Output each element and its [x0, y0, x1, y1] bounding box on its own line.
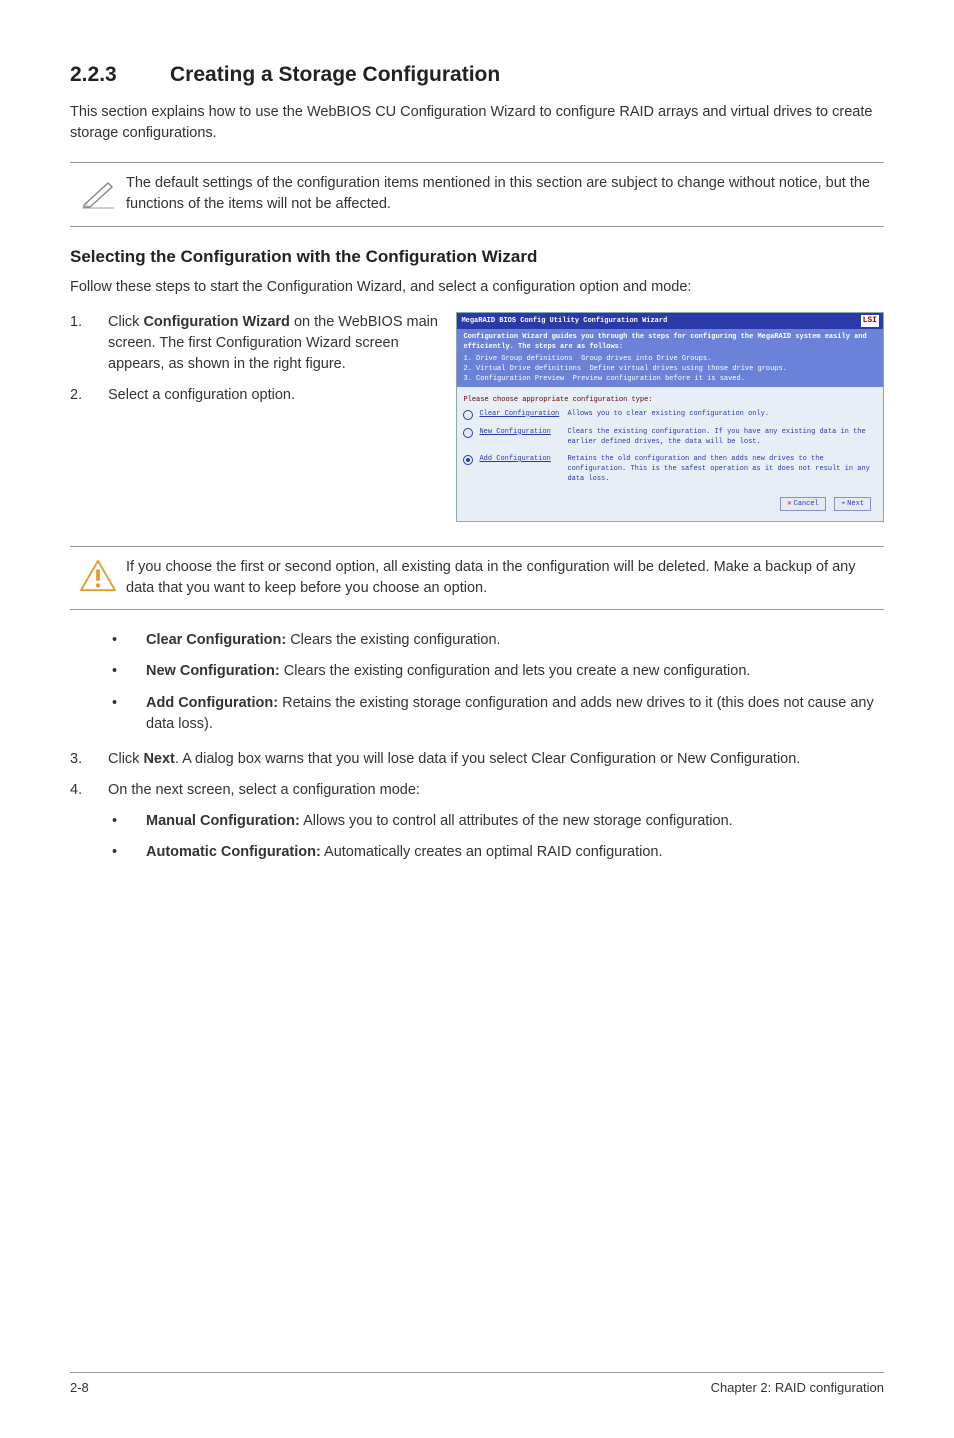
pencil-note-icon — [70, 173, 126, 209]
list-item: • Manual Configuration: Allows you to co… — [70, 811, 884, 832]
note-text: The default settings of the configuratio… — [126, 173, 884, 215]
note-block: The default settings of the configuratio… — [70, 162, 884, 226]
wizard-titlebar: MegaRAID BIOS Config Utility Configurati… — [457, 313, 883, 329]
wizard-intro-band: Configuration Wizard guides you through … — [457, 329, 883, 388]
option-clear-configuration[interactable]: Clear Configuration Allows you to clear … — [463, 409, 877, 420]
intro-paragraph: This section explains how to use the Web… — [70, 102, 884, 144]
section-number: 2.2.3 — [70, 60, 170, 90]
radio-icon[interactable] — [463, 428, 473, 438]
option-new-configuration[interactable]: New Configuration Clears the existing co… — [463, 427, 877, 447]
step-2: 2. Select a configuration option. — [70, 385, 444, 406]
chapter-label: Chapter 2: RAID configuration — [711, 1379, 884, 1398]
list-item: • Automatic Configuration: Automatically… — [70, 842, 884, 863]
wizard-hint: Please choose appropriate configuration … — [463, 395, 877, 405]
page-number: 2-8 — [70, 1379, 89, 1398]
option-add-configuration[interactable]: Add Configuration Retains the old config… — [463, 454, 877, 484]
subintro: Follow these steps to start the Configur… — [70, 277, 884, 298]
warning-text: If you choose the first or second option… — [126, 557, 884, 599]
radio-icon[interactable] — [463, 410, 473, 420]
subheading: Selecting the Configuration with the Con… — [70, 245, 884, 270]
lsi-logo: LSI — [861, 315, 879, 327]
cancel-button[interactable]: ✕Cancel — [780, 497, 825, 511]
section-heading: 2.2.3 Creating a Storage Configuration — [70, 60, 884, 90]
step-4: 4. On the next screen, select a configur… — [70, 780, 884, 801]
step-1: 1. Click Configuration Wizard on the Web… — [70, 312, 444, 375]
section-title: Creating a Storage Configuration — [170, 60, 500, 90]
list-item: • New Configuration: Clears the existing… — [108, 661, 884, 682]
arrow-right-icon: ➔ — [841, 500, 845, 508]
next-button[interactable]: ➔Next — [834, 497, 871, 511]
wizard-screenshot: MegaRAID BIOS Config Utility Configurati… — [456, 312, 884, 522]
step-3: 3. Click Next. A dialog box warns that y… — [70, 749, 884, 770]
list-item: • Clear Configuration: Clears the existi… — [108, 630, 884, 651]
close-icon: ✕ — [787, 500, 791, 508]
list-item: • Add Configuration: Retains the existin… — [108, 693, 884, 735]
warning-icon — [70, 557, 126, 593]
radio-icon[interactable] — [463, 455, 473, 465]
warning-block: If you choose the first or second option… — [70, 546, 884, 610]
page-footer: 2-8 Chapter 2: RAID configuration — [70, 1372, 884, 1398]
